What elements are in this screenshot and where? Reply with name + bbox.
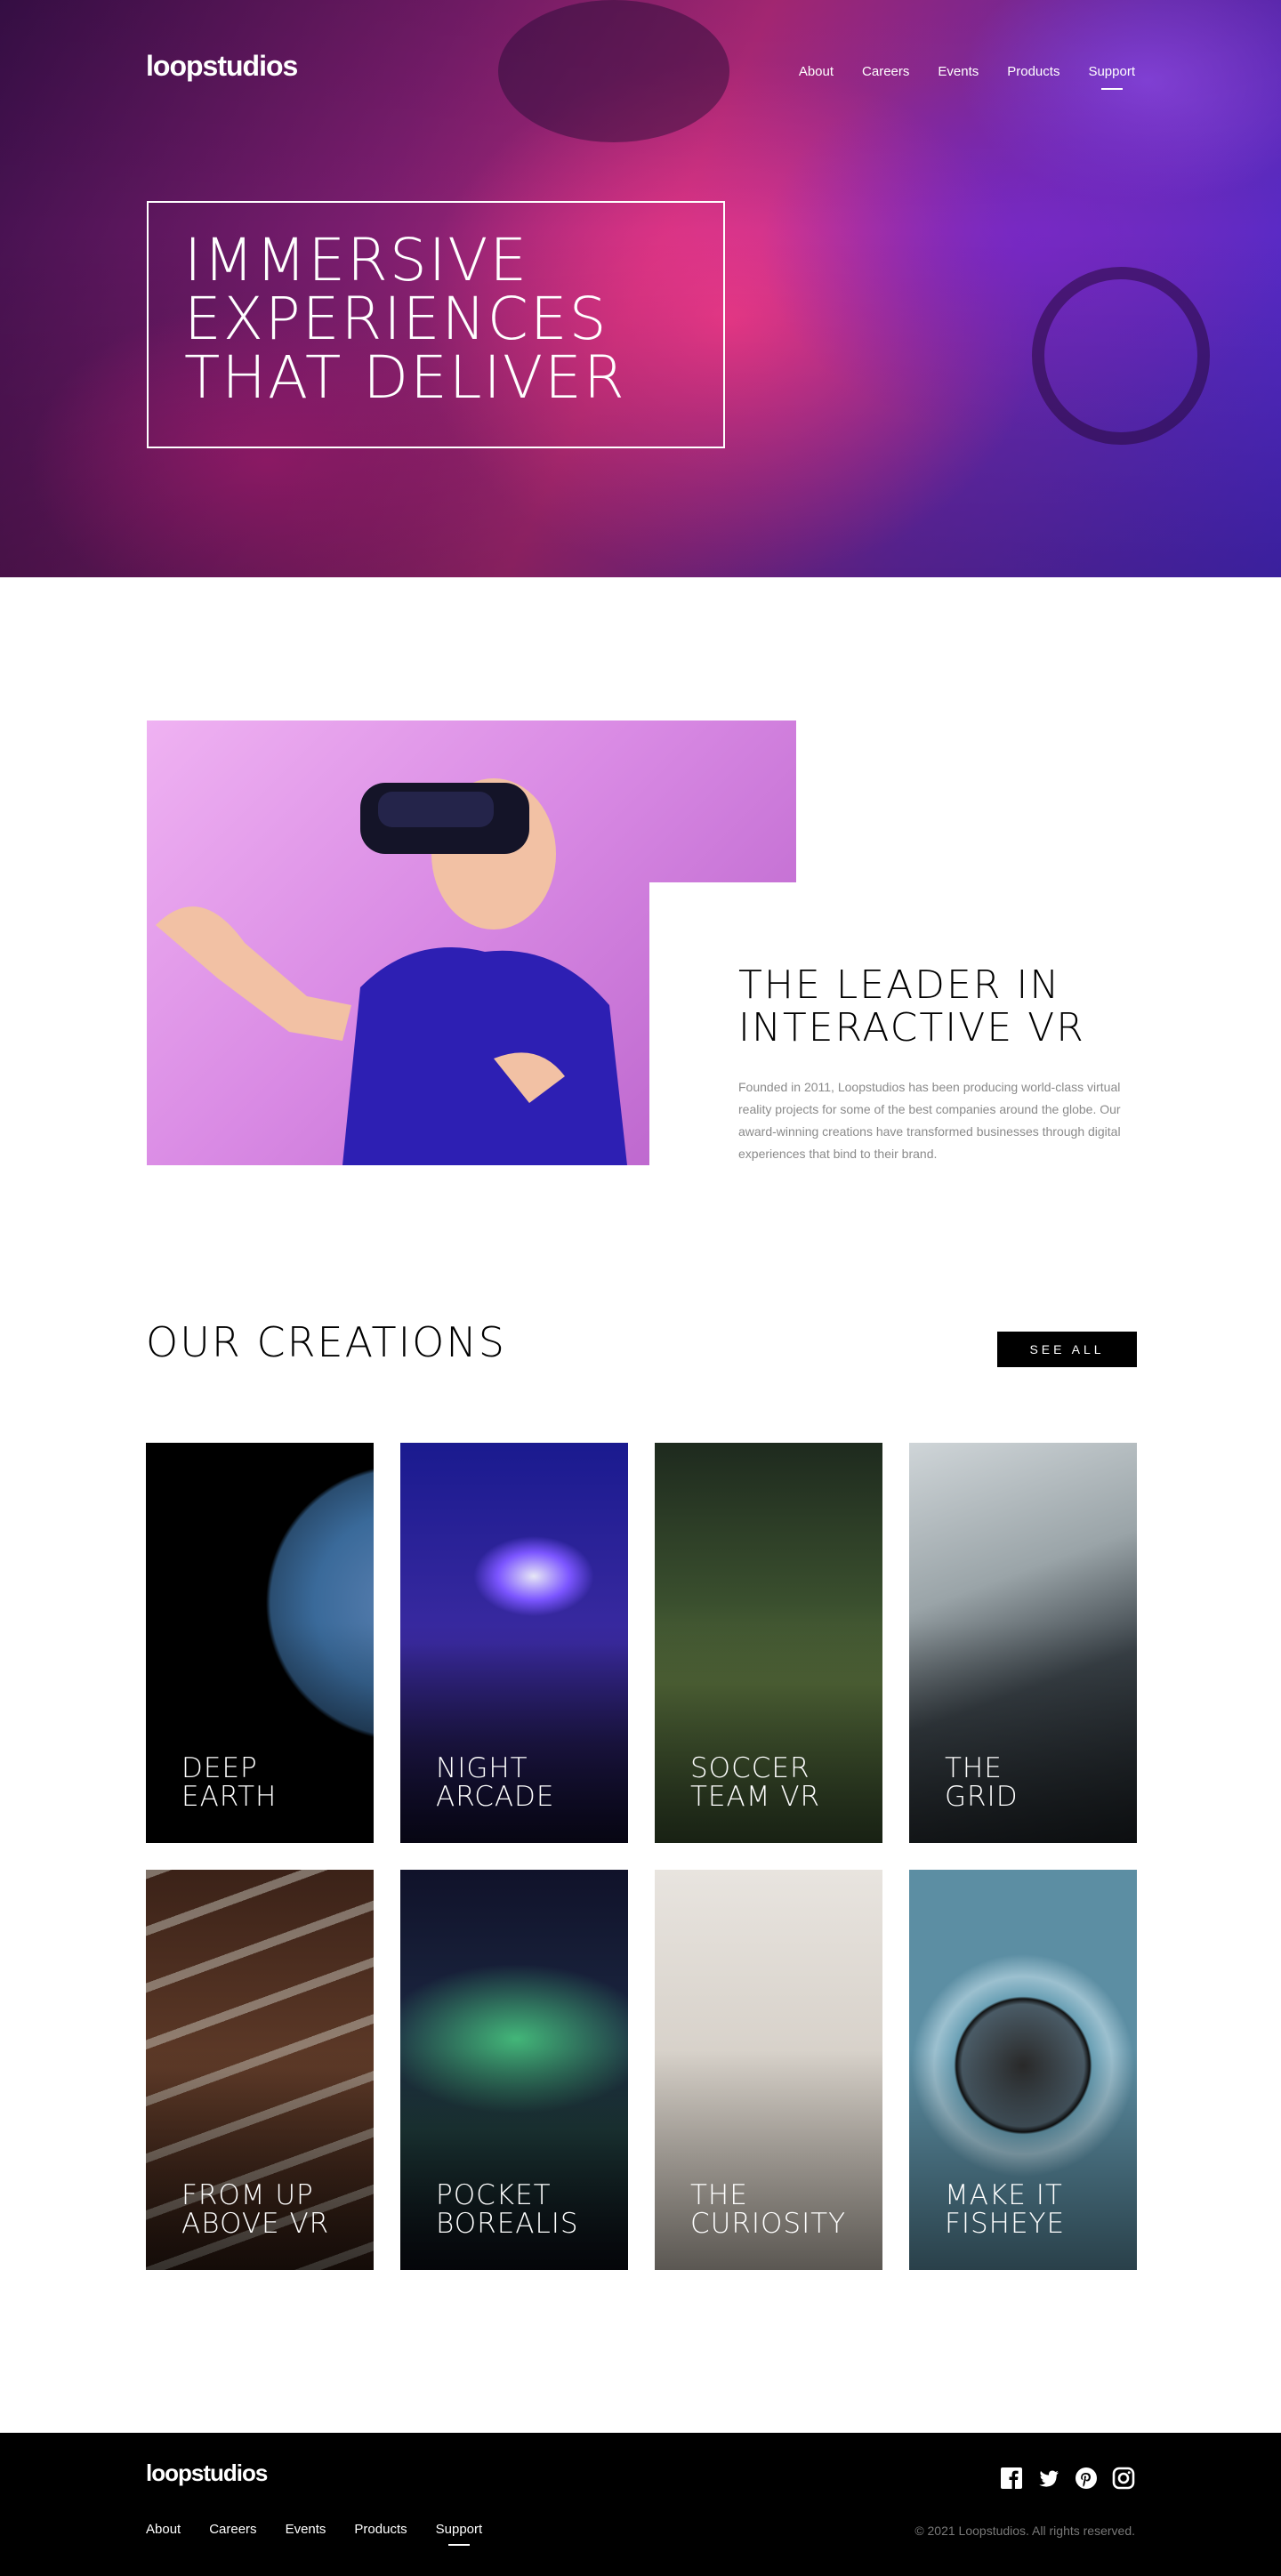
creation-title: FROM UP ABOVE VR <box>181 2179 330 2240</box>
footer-nav-item-products[interactable]: Products <box>354 2522 407 2537</box>
footer-logo[interactable]: loopstudios <box>146 2459 268 2487</box>
interactive-heading: THE LEADER IN INTERACTIVE VR <box>738 962 1085 1051</box>
nav-item-about[interactable]: About <box>799 64 834 79</box>
hero-headline-box: IMMERSIVE EXPERIENCES THAT DELIVER <box>147 201 725 448</box>
hero-headline-line: THAT DELIVER <box>184 343 626 412</box>
interactive-section: THE LEADER IN INTERACTIVE VR Founded in … <box>649 882 1148 1185</box>
creation-card-pocket-borealis[interactable]: POCKET BOREALIS <box>400 1870 628 2270</box>
see-all-button[interactable]: SEE ALL <box>997 1332 1137 1367</box>
twitter-icon[interactable] <box>1037 2467 1060 2490</box>
footer-nav-item-support[interactable]: Support <box>436 2522 482 2546</box>
hero-headline: IMMERSIVE EXPERIENCES THAT DELIVER <box>184 231 688 407</box>
hero-headline-line: IMMERSIVE <box>184 226 529 294</box>
creation-title: SOCCER TEAM VR <box>690 1752 821 1813</box>
social-links <box>1000 2467 1135 2490</box>
vr-user-illustration <box>156 778 627 1165</box>
creations-heading: OUR CREATIONS <box>146 1318 506 1366</box>
nav-item-events[interactable]: Events <box>938 64 979 79</box>
hero: loopstudios About Careers Events Product… <box>0 0 1281 577</box>
interactive-body: Founded in 2011, Loopstudios has been pr… <box>738 1080 1121 1161</box>
pinterest-icon[interactable] <box>1075 2467 1098 2490</box>
creation-title: THE GRID <box>945 1752 1019 1813</box>
creation-title: NIGHT ARCADE <box>436 1752 555 1813</box>
creation-card-the-grid[interactable]: THE GRID <box>909 1443 1137 1843</box>
main-nav: About Careers Events Products Support <box>770 64 1135 90</box>
creation-title: DEEP EARTH <box>181 1752 278 1813</box>
hero-decor <box>1032 267 1210 445</box>
creation-card-from-up-above-vr[interactable]: FROM UP ABOVE VR <box>146 1870 374 2270</box>
creation-card-deep-earth[interactable]: DEEP EARTH <box>146 1443 374 1843</box>
creation-card-soccer-team-vr[interactable]: SOCCER TEAM VR <box>655 1443 882 1843</box>
footer-nav-item-careers[interactable]: Careers <box>209 2522 256 2537</box>
creation-card-make-it-fisheye[interactable]: MAKE IT FISHEYE <box>909 1870 1137 2270</box>
copyright: © 2021 Loopstudios. All rights reserved. <box>914 2524 1135 2538</box>
creation-title: THE CURIOSITY <box>690 2179 847 2240</box>
facebook-icon[interactable] <box>1000 2467 1023 2490</box>
footer: loopstudios About Careers Events Product… <box>0 2433 1281 2576</box>
footer-nav-item-about[interactable]: About <box>146 2522 181 2537</box>
creation-title: POCKET BOREALIS <box>436 2179 579 2240</box>
hero-headline-line: EXPERIENCES <box>184 285 608 353</box>
creation-card-night-arcade[interactable]: NIGHT ARCADE <box>400 1443 628 1843</box>
nav-item-support[interactable]: Support <box>1088 64 1135 90</box>
creation-card-the-curiosity[interactable]: THE CURIOSITY <box>655 1870 882 2270</box>
hero-decor <box>498 0 729 142</box>
logo[interactable]: loopstudios <box>146 50 298 83</box>
creations-grid: DEEP EARTH NIGHT ARCADE SOCCER TEAM VR T… <box>146 1443 1138 2270</box>
footer-nav-item-events[interactable]: Events <box>286 2522 326 2537</box>
nav-item-products[interactable]: Products <box>1007 64 1059 79</box>
footer-nav: About Careers Events Products Support <box>146 2522 511 2546</box>
instagram-icon[interactable] <box>1112 2467 1135 2490</box>
nav-item-careers[interactable]: Careers <box>862 64 909 79</box>
creation-title: MAKE IT FISHEYE <box>945 2179 1066 2240</box>
